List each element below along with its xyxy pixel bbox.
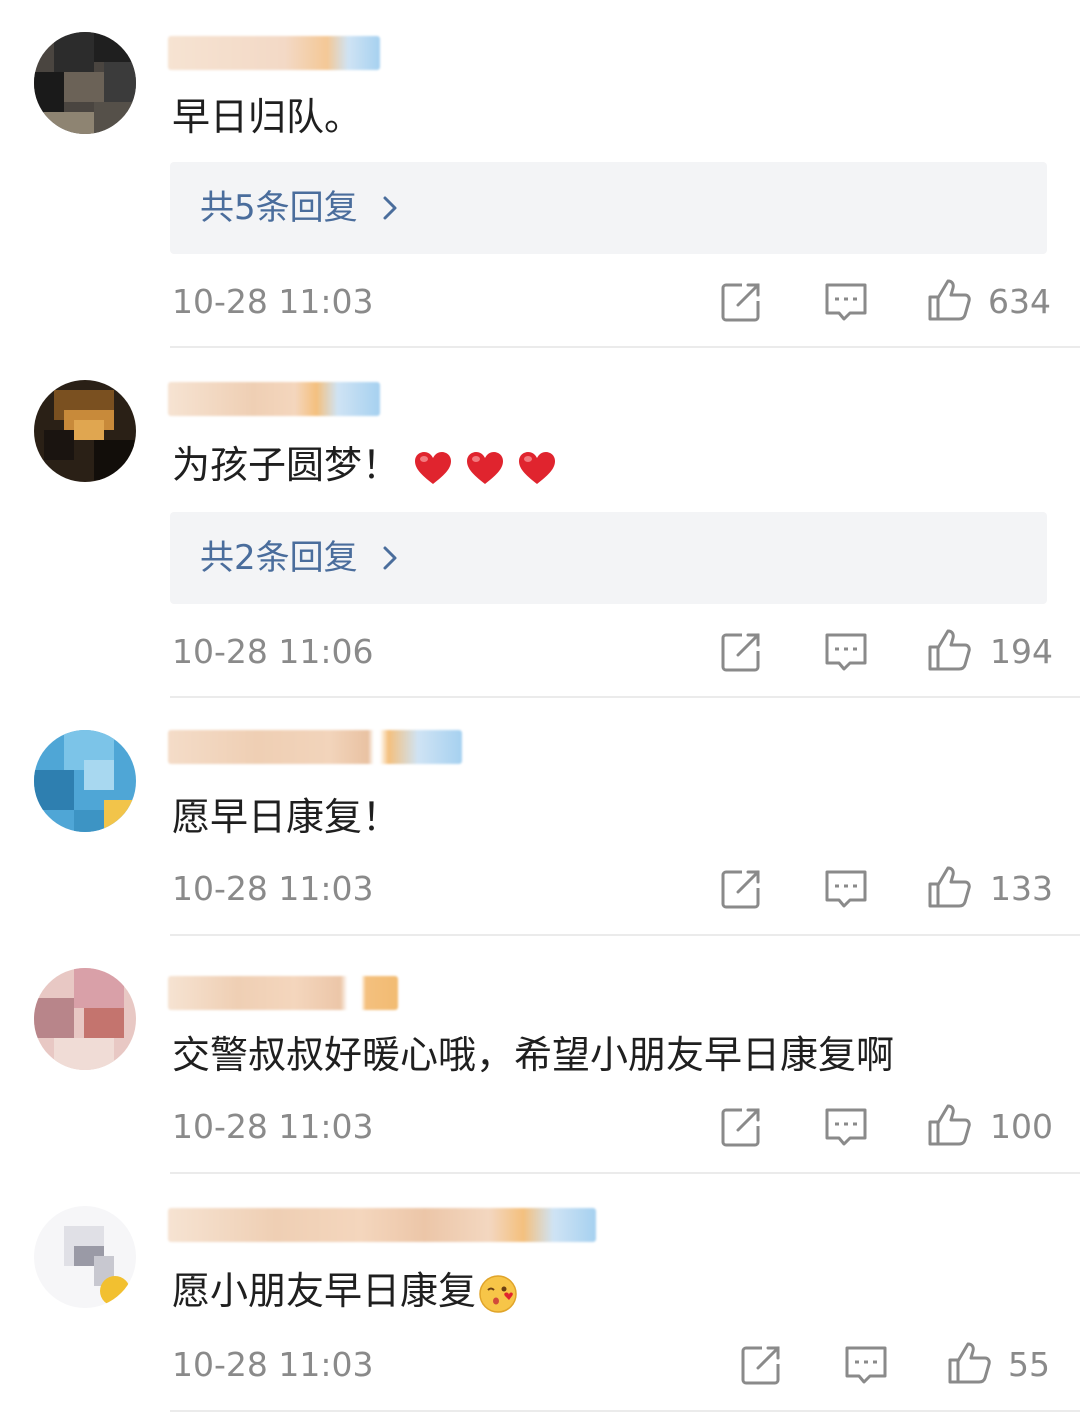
reply-count-label: 共5条回复 [200, 188, 358, 228]
comment-text: 愿小朋友早日康复 [172, 1266, 518, 1316]
reply-count-label: 共2条回复 [200, 538, 358, 578]
avatar[interactable] [34, 32, 136, 134]
comment-icon[interactable] [823, 1104, 869, 1150]
comment-text: 为孩子圆梦！ [172, 440, 556, 490]
comment-text: 早日归队。 [172, 95, 363, 139]
avatar[interactable] [34, 968, 136, 1070]
divider [170, 1410, 1080, 1412]
red-heart-emoji [415, 451, 452, 484]
like-count: 100 [990, 1107, 1053, 1146]
timestamp: 10-28 11:06 [172, 632, 374, 671]
share-icon[interactable] [718, 1104, 764, 1150]
comment-icon[interactable] [823, 866, 869, 912]
comment-icon[interactable] [843, 1342, 889, 1388]
divider [170, 696, 1080, 698]
chevron-right-icon [383, 196, 397, 220]
thumbs-up-icon[interactable] [946, 1340, 992, 1386]
share-icon[interactable] [718, 279, 764, 325]
timestamp: 10-28 11:03 [172, 1107, 374, 1146]
comment-text: 愿早日康复！ [172, 795, 401, 839]
username-blurred[interactable] [168, 730, 462, 764]
view-replies-button[interactable]: 共5条回复 [170, 162, 1047, 254]
comment-text-content: 为孩子圆梦！ [172, 443, 401, 487]
timestamp: 10-28 11:03 [172, 1345, 374, 1384]
timestamp: 10-28 11:03 [172, 282, 374, 321]
like-count: 194 [990, 632, 1053, 671]
view-replies-button[interactable]: 共2条回复 [170, 512, 1047, 604]
share-icon[interactable] [738, 1342, 784, 1388]
thumbs-up-icon[interactable] [926, 627, 972, 673]
share-icon[interactable] [718, 629, 764, 675]
avatar[interactable] [34, 380, 136, 482]
like-count: 133 [990, 869, 1053, 908]
avatar[interactable] [34, 730, 136, 832]
username-blurred[interactable] [168, 1208, 596, 1242]
comment-text: 交警叔叔好暖心哦，希望小朋友早日康复啊 [172, 1033, 895, 1077]
red-heart-emoji [467, 451, 504, 484]
like-count: 634 [988, 282, 1051, 321]
share-icon[interactable] [718, 866, 764, 912]
like-count: 55 [1008, 1345, 1050, 1384]
thumbs-up-icon[interactable] [926, 864, 972, 910]
chevron-right-icon [383, 546, 397, 570]
timestamp: 10-28 11:03 [172, 869, 374, 908]
username-blurred[interactable] [168, 36, 380, 70]
comment-text-content: 愿小朋友早日康复 [172, 1269, 477, 1313]
divider [170, 934, 1080, 936]
comment-icon[interactable] [823, 629, 869, 675]
username-blurred[interactable] [168, 976, 398, 1010]
red-heart-emoji [519, 451, 556, 484]
divider [170, 346, 1080, 348]
thumbs-up-icon[interactable] [926, 1102, 972, 1148]
comment-icon[interactable] [823, 279, 869, 325]
avatar[interactable] [34, 1206, 136, 1308]
divider [170, 1172, 1080, 1174]
thumbs-up-icon[interactable] [926, 277, 972, 323]
face-blowing-kiss-emoji [479, 1274, 517, 1313]
username-blurred[interactable] [168, 382, 380, 416]
